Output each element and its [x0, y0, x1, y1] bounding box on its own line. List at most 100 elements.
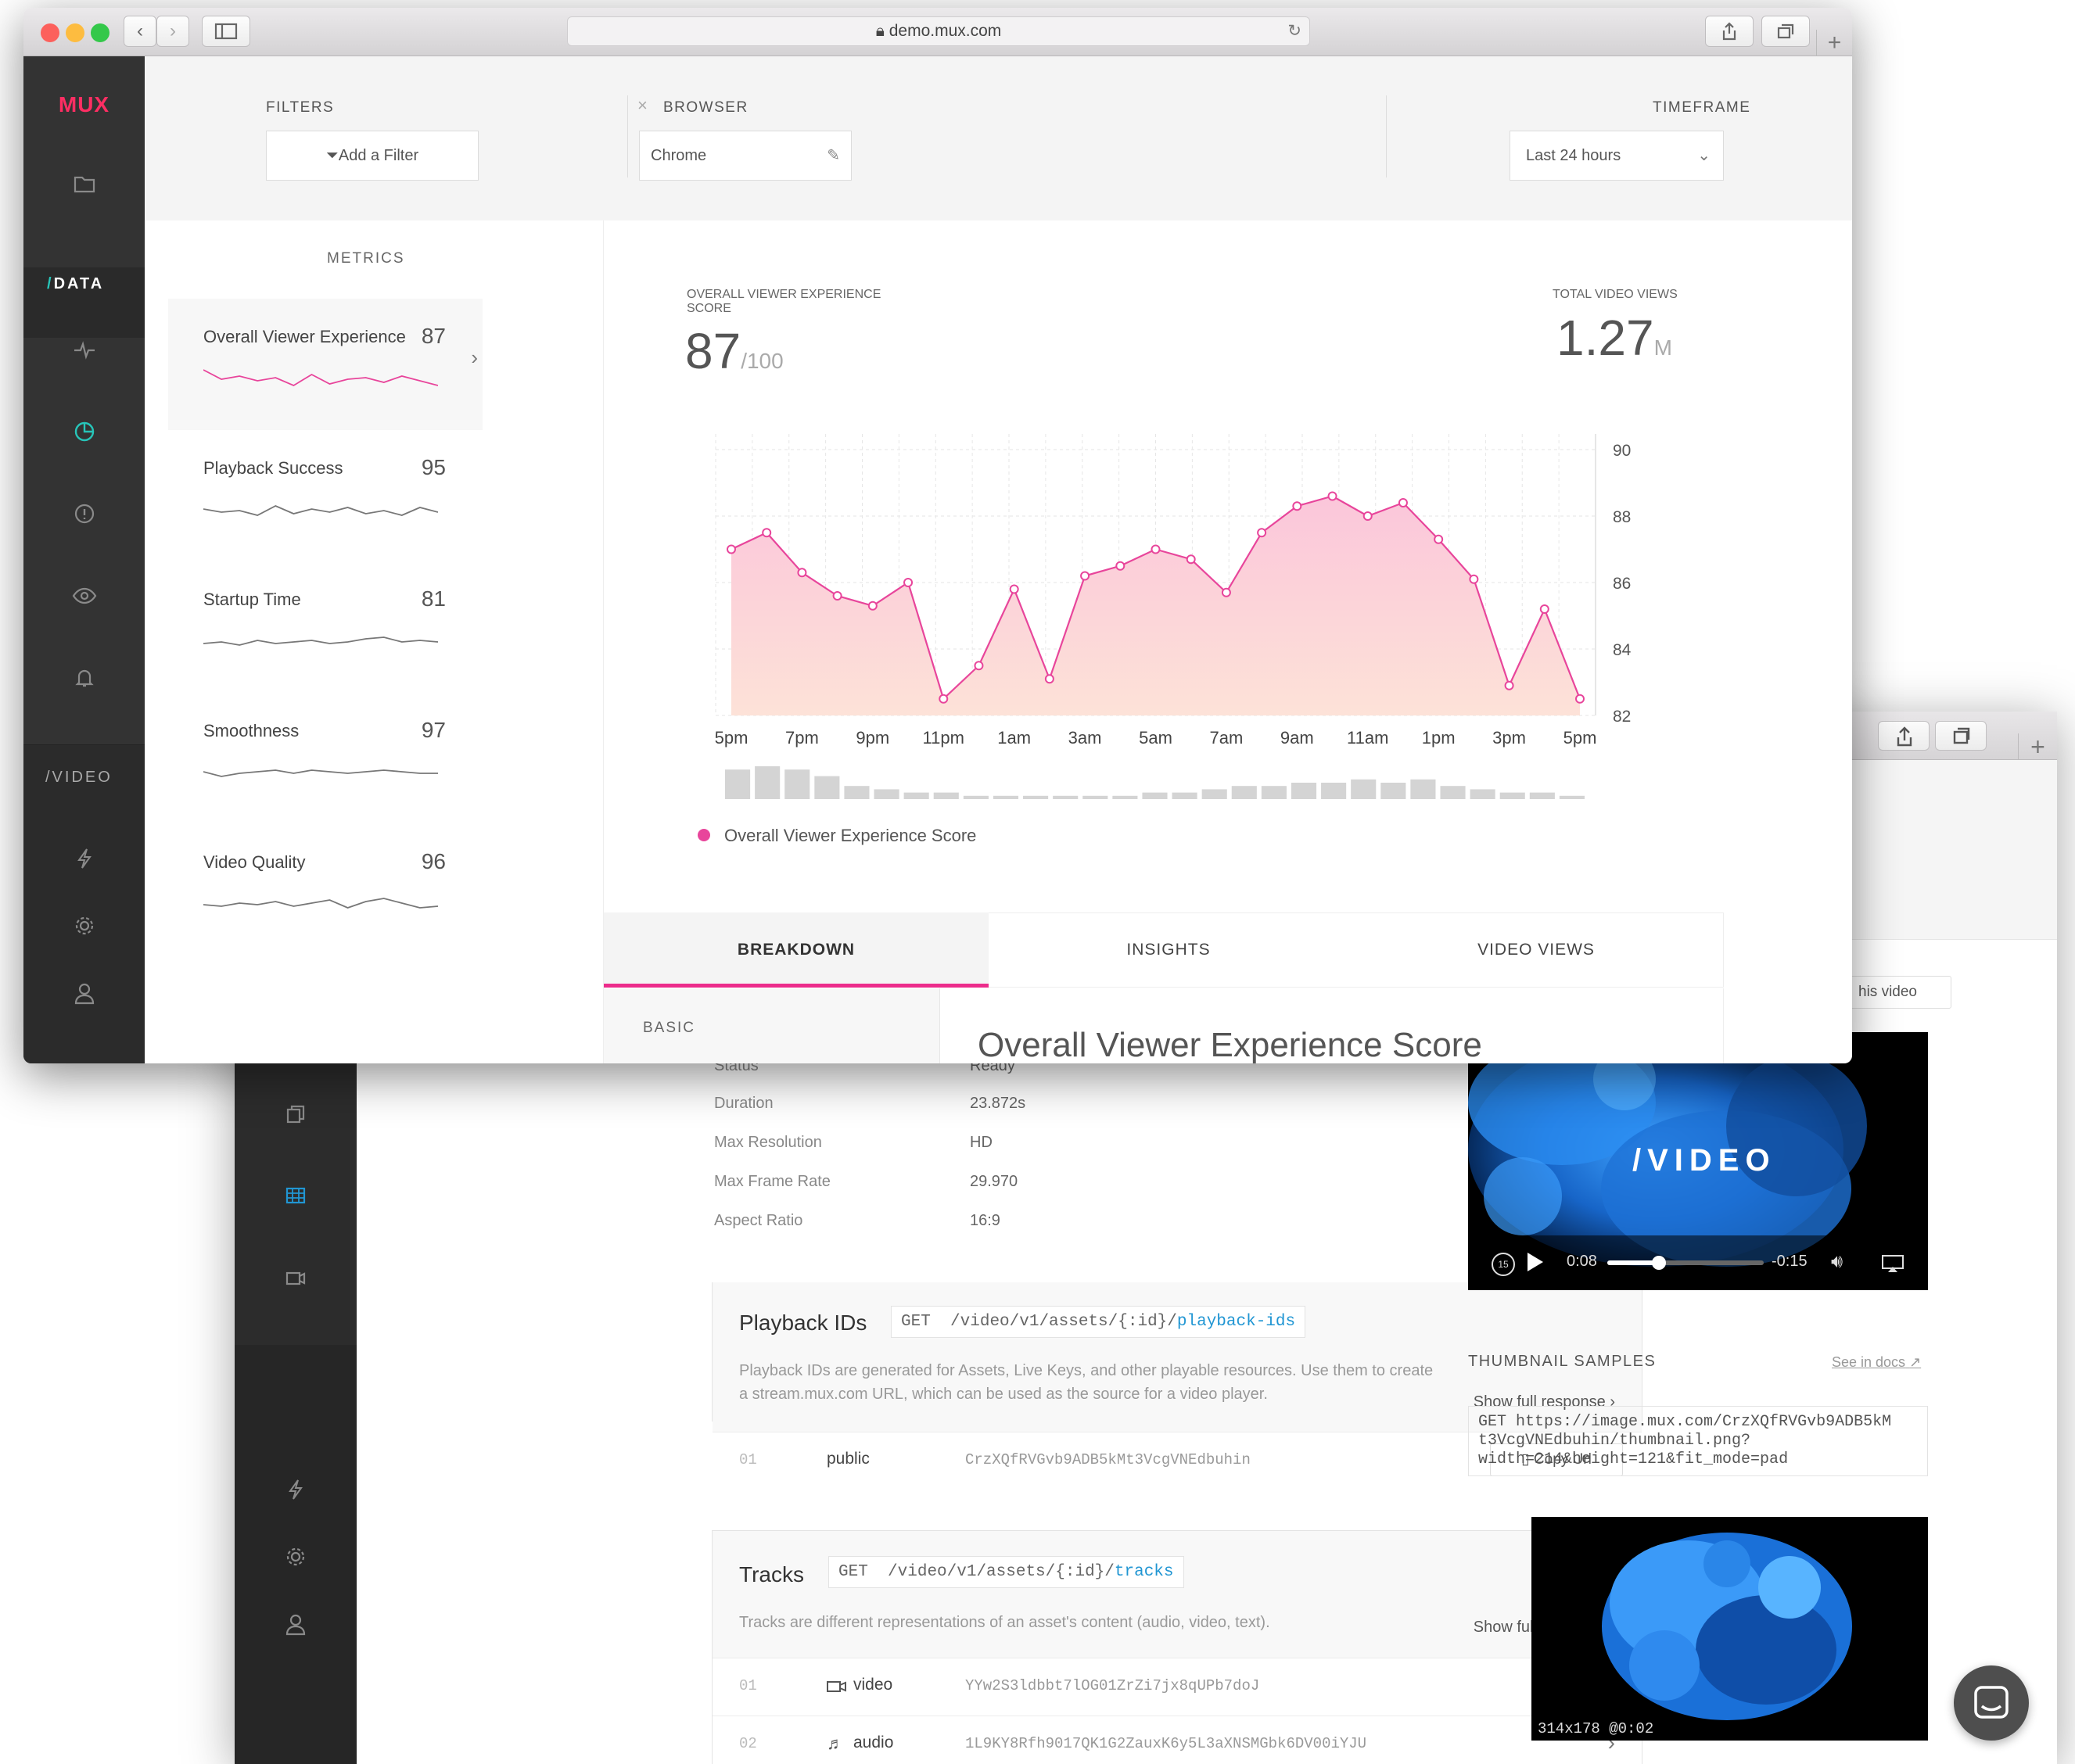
browser-filter-value[interactable]: Chrome ✎	[639, 131, 852, 181]
alert-circle-icon[interactable]	[23, 502, 145, 531]
metric-name: Smoothness	[203, 721, 300, 740]
x-tick-label: 9pm	[856, 728, 889, 748]
mux-logo[interactable]: MUX	[23, 92, 145, 117]
back-nav-button[interactable]: ‹	[124, 16, 156, 47]
volume-icon[interactable]: 🔊︎	[1831, 1251, 1843, 1273]
data-point	[939, 694, 949, 704]
folder-icon[interactable]	[23, 174, 145, 199]
skip-back-icon[interactable]: 15	[1492, 1253, 1515, 1276]
remove-filter-icon[interactable]: ×	[637, 95, 648, 116]
airplay-icon[interactable]	[1881, 1254, 1904, 1277]
copy-icon[interactable]	[235, 1102, 357, 1131]
total-views-value: 1.27M	[1556, 309, 1672, 367]
video-track-icon	[827, 1679, 847, 1698]
close-window-button[interactable]	[41, 23, 59, 42]
data-point	[1080, 571, 1090, 581]
bell-icon[interactable]	[23, 666, 145, 695]
pencil-icon[interactable]: ✎	[827, 131, 840, 180]
see-in-docs-label: See in docs	[1832, 1354, 1906, 1370]
address-bar[interactable]: 🔒︎ demo.mux.com ↻	[567, 16, 1310, 46]
zoom-window-button[interactable]	[91, 23, 109, 42]
front-browser-window: ‹ › 🔒︎ demo.mux.com ↻ + MUX /DATA /VIDEO…	[23, 8, 1852, 1063]
share-button[interactable]	[1878, 721, 1930, 751]
eye-icon[interactable]	[23, 584, 145, 613]
x-tick-label: 5pm	[715, 728, 749, 748]
thumbnail-url-code: GET https://image.mux.com/CrzXQfRVGvb9AD…	[1468, 1406, 1928, 1476]
bolt-icon[interactable]	[23, 847, 145, 876]
playback-ids-docs-link[interactable]: playback-ids	[1177, 1313, 1295, 1331]
see-in-docs-link[interactable]: See in docs ↗	[1832, 1354, 1921, 1371]
views-bar	[933, 792, 959, 799]
score-value: 87/100	[685, 322, 784, 380]
table-row[interactable]: 01 video YYw2S3ldbbt7lOG01ZrZi7jx8qUPb7d…	[713, 1658, 1642, 1716]
views-bar	[1351, 779, 1377, 799]
data-point	[1115, 561, 1125, 571]
timeframe-value: Last 24 hours	[1526, 147, 1621, 164]
minimize-window-button[interactable]	[66, 23, 84, 42]
scrubber-track[interactable]	[1607, 1256, 1764, 1270]
tabs-button[interactable]	[1761, 16, 1810, 47]
music-note-icon: ♬	[827, 1734, 844, 1753]
timeframe-select[interactable]: Last 24 hours ⌄	[1510, 131, 1724, 181]
tab-insights[interactable]: INSIGHTS	[989, 912, 1348, 988]
tracks-docs-link[interactable]: tracks	[1115, 1563, 1174, 1581]
share-button[interactable]	[1705, 16, 1754, 47]
video-section-label[interactable]: /VIDEO	[45, 769, 113, 787]
data-section-label[interactable]: /DATA	[47, 275, 104, 293]
metric-sparkline	[203, 898, 438, 909]
chat-icon	[1974, 1686, 2009, 1719]
live-camera-icon[interactable]	[235, 1265, 357, 1294]
tab-breakdown[interactable]: BREAKDOWN	[604, 912, 989, 988]
metric-item[interactable]: Startup Time 81	[168, 561, 483, 693]
video-overlay-text: /VIDEO	[1632, 1143, 1776, 1178]
chevron-right-icon: ›	[471, 346, 478, 369]
metric-item[interactable]: Overall Viewer Experience 87 ›	[168, 299, 483, 430]
gear-icon[interactable]	[235, 1545, 357, 1574]
tracks-card: Tracks GET /video/v1/assets/{:id}/tracks…	[712, 1530, 1642, 1764]
metric-value: 81	[421, 586, 446, 611]
views-bar	[903, 792, 929, 799]
filter-divider	[627, 95, 628, 177]
table-row[interactable]: 02 ♬ audio 1L9KY8Rfh9017QK1G2ZauxK6y5L3a…	[713, 1716, 1642, 1764]
views-bar	[814, 776, 840, 799]
video-player[interactable]: /VIDEO 15 0:08 -0:15 🔊︎	[1468, 1032, 1928, 1290]
forward-nav-button[interactable]: ›	[156, 16, 189, 47]
tabs-button[interactable]	[1935, 721, 1987, 751]
data-point	[1151, 544, 1161, 554]
chat-launcher-button[interactable]	[1954, 1665, 2029, 1741]
gear-icon[interactable]	[23, 914, 145, 943]
code-line-2: t3VcgVNEdbuhin/thumbnail.png?	[1478, 1432, 1751, 1450]
data-point	[1044, 674, 1054, 684]
new-tab-button[interactable]: +	[1816, 30, 1852, 56]
filter-icon: ⏷	[325, 147, 339, 164]
views-bar	[1291, 783, 1317, 799]
activity-pulse-icon[interactable]	[23, 338, 145, 367]
total-views-label: TOTAL VIDEO VIEWS	[1553, 288, 1678, 301]
x-tick-label: 1pm	[1422, 728, 1456, 748]
browser-filter-label: BROWSER	[663, 99, 749, 116]
reload-icon[interactable]: ↻	[1287, 17, 1301, 45]
metric-item[interactable]: Video Quality 96	[168, 824, 483, 956]
view-video-label: his video	[1858, 984, 1917, 1000]
score-label-line2: SCORE	[687, 302, 731, 315]
metric-item[interactable]: Playback Success 95	[168, 430, 483, 561]
remaining-time: -0:15	[1772, 1253, 1808, 1270]
assets-grid-icon[interactable]	[235, 1184, 357, 1213]
new-tab-button[interactable]: +	[2018, 733, 2057, 760]
x-tick-label: 11pm	[923, 728, 964, 748]
tab-video-views[interactable]: VIDEO VIEWS	[1348, 912, 1724, 988]
data-word: DATA	[53, 275, 105, 292]
metric-name: Overall Viewer Experience	[203, 327, 406, 346]
skip-seconds: 15	[1498, 1259, 1509, 1270]
sidebar-toggle-button[interactable]	[202, 16, 250, 47]
user-icon[interactable]	[23, 981, 145, 1010]
bolt-icon[interactable]	[235, 1478, 357, 1507]
metric-item[interactable]: Smoothness 97	[168, 693, 483, 824]
metrics-pie-icon[interactable]	[23, 420, 145, 449]
user-icon[interactable]	[235, 1612, 357, 1641]
play-icon[interactable]	[1528, 1253, 1543, 1271]
x-tick-label: 7pm	[785, 728, 819, 748]
endpoint-path: /video/v1/assets/{:id}/	[888, 1563, 1115, 1581]
add-filter-button[interactable]: ⏷Add a Filter	[266, 131, 479, 181]
scrubber-handle[interactable]	[1652, 1256, 1666, 1270]
